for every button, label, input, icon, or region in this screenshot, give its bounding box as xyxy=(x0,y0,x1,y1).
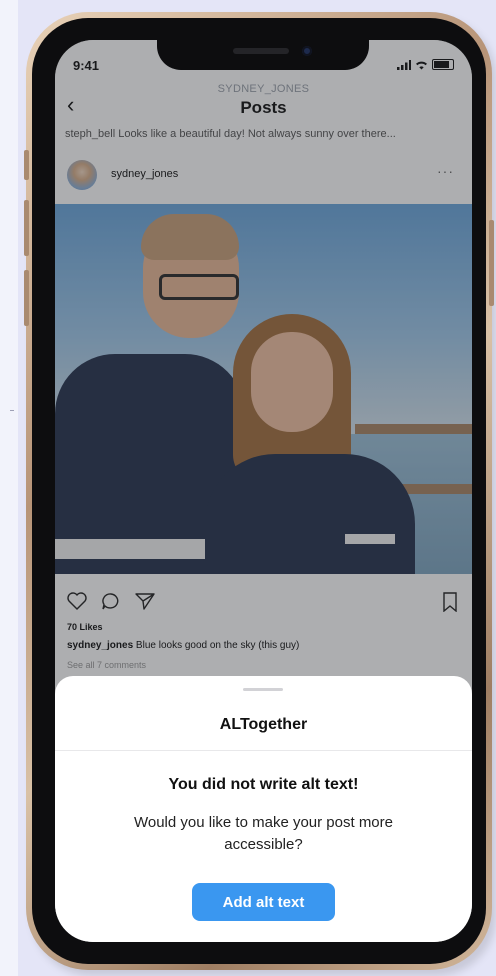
phone-screen: 9:41 ‹ SYDNEY_JONES Posts steph_bell Loo… xyxy=(55,40,472,942)
sheet-heading: You did not write alt text! xyxy=(168,776,359,793)
mute-switch xyxy=(24,150,29,180)
left-panel-edge xyxy=(0,0,18,976)
notch xyxy=(157,40,369,70)
speaker xyxy=(233,48,289,54)
sheet-message: Would you like to make your post more ac… xyxy=(133,814,393,853)
bottom-sheet: ALTogether You did not write alt text! W… xyxy=(55,676,472,942)
front-camera xyxy=(302,46,312,56)
power-button xyxy=(489,220,494,306)
volume-down-button xyxy=(24,270,29,326)
tick-mark xyxy=(10,410,14,411)
sheet-divider xyxy=(55,750,472,751)
sheet-grabber[interactable] xyxy=(243,688,283,691)
volume-up-button xyxy=(24,200,29,256)
add-alt-text-button[interactable]: Add alt text xyxy=(192,883,335,921)
sheet-title: ALTogether xyxy=(219,716,308,733)
